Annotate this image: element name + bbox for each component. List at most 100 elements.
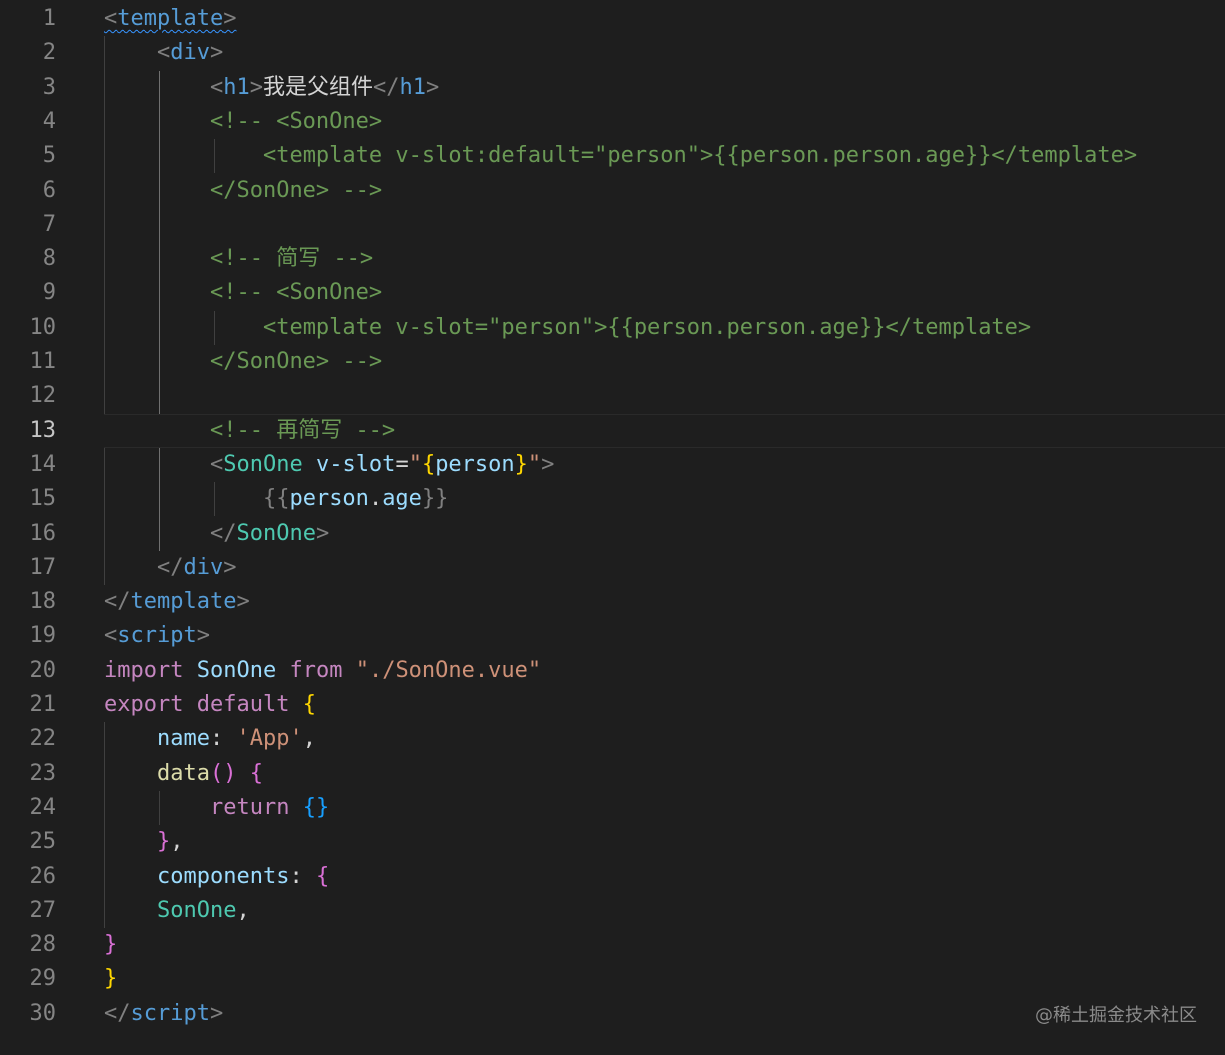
code-token: > <box>315 520 330 546</box>
code-line[interactable]: </div> <box>104 551 1214 585</box>
line-number: 25 <box>29 829 57 855</box>
line-number: 20 <box>29 657 57 683</box>
code-line[interactable]: </SonOne> --> <box>104 174 1214 208</box>
line-number: 18 <box>29 589 57 615</box>
code-token: {{ <box>262 486 290 512</box>
code-token: > <box>209 1000 224 1026</box>
code-token: () <box>209 760 237 786</box>
line-number-gutter: 1 2 3 4 5 6 7 8 9 10 11 12 13 14 15 16 17 18 19 20 21 22 23 24 2… <box>0 0 90 1055</box>
code-line[interactable]: name: 'App', <box>104 722 1214 756</box>
code-token: script <box>117 623 197 649</box>
code-token: </ <box>372 74 400 100</box>
code-line[interactable] <box>104 379 1214 413</box>
code-line[interactable]: <script> <box>104 619 1214 653</box>
line-number: 2 <box>42 40 56 66</box>
code-line[interactable]: }, <box>104 825 1214 859</box>
code-line[interactable]: <!-- <SonOne> <box>104 105 1214 139</box>
code-line[interactable]: import SonOne from "./SonOne.vue" <box>104 654 1214 688</box>
line-number: 19 <box>29 623 57 649</box>
line-number: 9 <box>42 280 56 306</box>
code-line[interactable] <box>104 208 1214 242</box>
code-line[interactable]: <div> <box>104 36 1214 70</box>
code-token: import <box>104 657 184 683</box>
line-number: 12 <box>29 383 57 409</box>
code-token: . <box>368 486 383 512</box>
code-line[interactable]: <!-- <SonOne> <box>104 276 1214 310</box>
code-token: , <box>236 897 250 923</box>
code-line[interactable]: {{person.age}} <box>104 482 1214 516</box>
code-line[interactable]: </SonOne> --> <box>104 345 1214 379</box>
code-line[interactable]: <!-- 再简写 --> <box>104 414 1214 448</box>
code-token: , <box>170 829 184 855</box>
code-token: data <box>156 760 210 786</box>
code-token: : <box>209 726 237 752</box>
code-line[interactable]: <SonOne v-slot="{person}"> <box>104 448 1214 482</box>
code-editor[interactable]: 1 2 3 4 5 6 7 8 9 10 11 12 13 14 15 16 17 18 19 20 21 22 23 24 2… <box>0 0 1225 1055</box>
code-line[interactable]: <template v-slot="person">{{person.perso… <box>104 311 1214 345</box>
code-token: name <box>156 726 210 752</box>
code-token: 'App' <box>236 726 303 752</box>
code-line[interactable]: export default { <box>104 688 1214 722</box>
code-token: } <box>104 966 118 992</box>
line-number: 24 <box>29 794 57 820</box>
watermark: @稀土掘金技术社区 <box>1035 1005 1197 1026</box>
code-token: SonOne <box>156 897 237 923</box>
code-token: < <box>209 74 224 100</box>
code-token: from <box>289 657 343 683</box>
line-number: 22 <box>29 726 57 752</box>
code-token: </ <box>156 554 184 580</box>
code-line[interactable]: <template> <box>104 2 1214 36</box>
code-line[interactable]: <!-- 简写 --> <box>104 242 1214 276</box>
code-token: }} <box>421 486 449 512</box>
code-token: > <box>425 74 440 100</box>
code-token: template <box>130 589 237 615</box>
line-number: 7 <box>42 211 56 237</box>
line-number: 8 <box>42 246 56 272</box>
code-token: > <box>209 40 224 66</box>
line-number: 30 <box>29 1000 57 1026</box>
code-token: > <box>249 74 263 100</box>
code-line[interactable]: } <box>104 928 1214 962</box>
code-line[interactable]: SonOne, <box>104 894 1214 928</box>
code-token: < <box>104 6 118 31</box>
code-token: {} <box>302 794 330 820</box>
code-token: { <box>249 760 263 786</box>
code-token: " <box>408 451 422 477</box>
code-token: script <box>130 1000 210 1026</box>
code-line[interactable]: </template> <box>104 585 1214 619</box>
code-token: </SonOne> --> <box>209 177 383 203</box>
code-line[interactable]: <h1>我是父组件</h1> <box>104 71 1214 105</box>
code-token: </ <box>104 589 131 615</box>
line-number: 14 <box>29 451 57 477</box>
code-token: <!-- <SonOne> <box>209 108 383 134</box>
line-number: 29 <box>29 966 57 992</box>
code-line[interactable]: components: { <box>104 860 1214 894</box>
code-line[interactable]: <template v-slot:default="person">{{pers… <box>104 139 1214 173</box>
line-number: 16 <box>29 520 57 546</box>
code-line[interactable]: return {} <box>104 791 1214 825</box>
code-token: { <box>421 451 436 477</box>
line-number: 23 <box>29 760 57 786</box>
code-token: return <box>209 794 290 820</box>
code-token: > <box>236 589 250 615</box>
code-token: </ <box>104 1000 131 1026</box>
code-token: age <box>382 486 422 512</box>
line-number: 6 <box>42 177 56 203</box>
code-line[interactable]: } <box>104 962 1214 996</box>
code-line[interactable]: data() { <box>104 757 1214 791</box>
code-token: SonOne <box>196 657 277 683</box>
code-token: div <box>183 554 224 580</box>
code-line[interactable]: </SonOne> <box>104 517 1214 551</box>
